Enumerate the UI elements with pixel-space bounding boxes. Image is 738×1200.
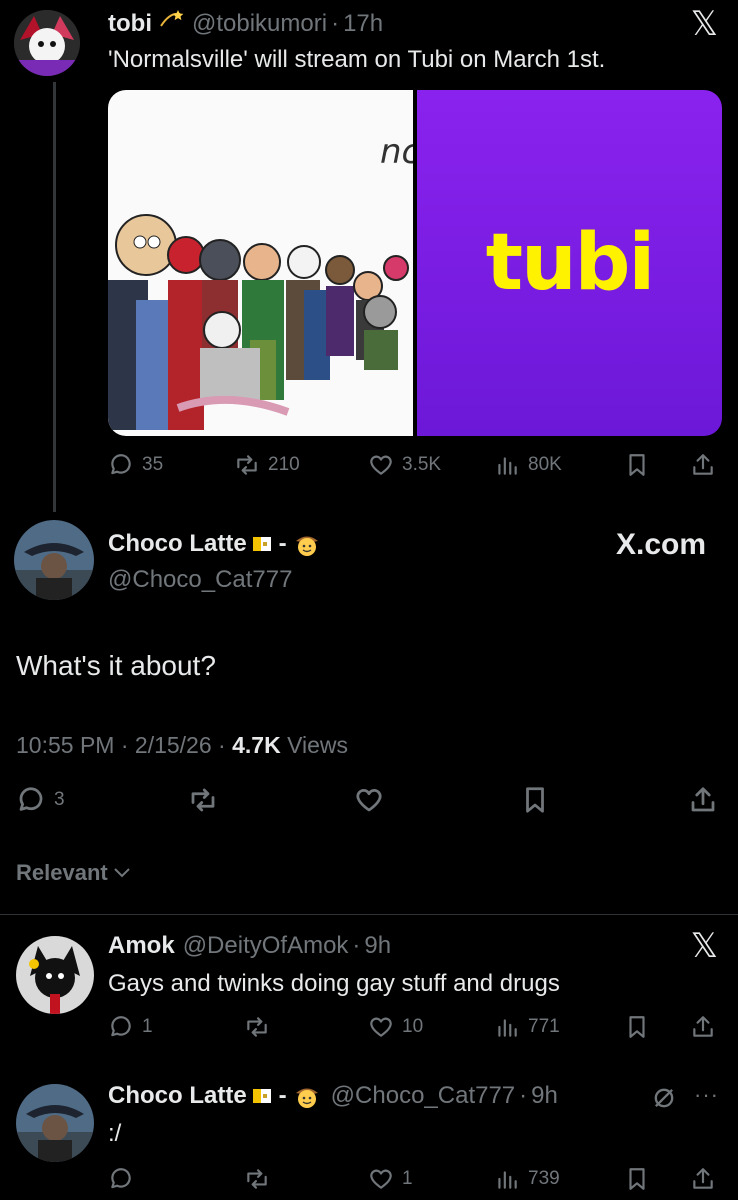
divider <box>0 914 738 915</box>
reply-header: Amok @DeityOfAmok · 9h <box>108 932 392 960</box>
share-button[interactable] <box>688 785 718 815</box>
like-count: 3.5K <box>402 454 442 475</box>
share-icon <box>693 454 713 475</box>
views-count: 771 <box>528 1016 560 1037</box>
post-date[interactable]: 2/15/26 <box>135 732 212 758</box>
repost-count: 210 <box>268 454 300 475</box>
repost-button[interactable] <box>244 1166 270 1192</box>
views-label: Views <box>287 732 349 758</box>
share-button[interactable] <box>690 452 716 478</box>
author-handle[interactable]: @Choco_Cat777 <box>331 1082 515 1110</box>
like-button[interactable]: 3.5K <box>368 452 441 478</box>
blocked-icon[interactable] <box>650 1084 678 1117</box>
author-handle[interactable]: @tobikumori <box>192 10 327 38</box>
bookmark-icon <box>526 787 544 813</box>
bookmark-icon <box>629 454 645 476</box>
author-name[interactable]: tobi <box>108 10 152 38</box>
flag-icon <box>252 536 273 552</box>
post-header: tobi @tobikumori · 17h <box>108 8 383 39</box>
reply-button[interactable] <box>108 1166 134 1192</box>
main-header: Choco Latte - <box>108 530 321 558</box>
views-count: 80K <box>528 454 562 475</box>
post-text: 'Normalsville' will stream on Tubi on Ma… <box>108 46 606 73</box>
reply-text: Gays and twinks doing gay stuff and drug… <box>108 970 560 997</box>
author-handle[interactable]: @DeityOfAmok <box>183 932 349 960</box>
like-button[interactable]: 10 <box>368 1014 423 1040</box>
flag-icon <box>252 1088 273 1104</box>
avatar-amok[interactable] <box>16 936 94 1014</box>
sort-dropdown[interactable]: Relevant <box>16 860 132 886</box>
bookmark-button[interactable] <box>624 1166 650 1192</box>
reply-button[interactable]: 3 <box>16 785 65 815</box>
reply-count: 1 <box>142 1016 153 1037</box>
post-time[interactable]: 9h <box>364 932 391 960</box>
bookmark-icon <box>629 1168 645 1190</box>
like-count: 10 <box>402 1016 424 1037</box>
bookmark-button[interactable] <box>624 1014 650 1040</box>
main-text: What's it about? <box>16 650 216 681</box>
share-icon <box>693 1168 713 1189</box>
bookmark-button[interactable] <box>624 452 650 478</box>
author-name[interactable]: Choco Latte <box>108 530 247 558</box>
cowboy-emoji-icon <box>293 530 321 558</box>
like-button[interactable] <box>354 785 384 815</box>
media-tubi-image[interactable]: tubi <box>417 90 722 436</box>
verified-star-icon <box>158 8 184 39</box>
more-options-icon[interactable]: ··· <box>694 1082 719 1108</box>
post-time[interactable]: 10:55 PM <box>16 732 114 758</box>
x-logo-icon: 𝕏 <box>690 4 718 44</box>
share-button[interactable] <box>690 1166 716 1192</box>
x-com-watermark: X.com <box>615 528 706 561</box>
cowboy-emoji-icon <box>293 1082 321 1110</box>
reply-count: 3 <box>54 789 65 810</box>
views-count: 739 <box>528 1168 560 1189</box>
author-name[interactable]: Choco Latte <box>108 1082 247 1110</box>
post-time[interactable]: 9h <box>531 1082 558 1110</box>
reply-button[interactable]: 35 <box>108 452 163 478</box>
post-media[interactable]: nc <box>108 90 722 436</box>
views-button[interactable]: 80K <box>494 452 562 478</box>
share-icon <box>693 1016 713 1037</box>
avatar-tobi[interactable] <box>14 10 80 76</box>
tubi-logo: tubi <box>485 218 655 308</box>
like-count: 1 <box>402 1168 413 1189</box>
post-time[interactable]: 17h <box>343 10 383 38</box>
share-icon <box>691 787 715 812</box>
share-button[interactable] <box>690 1014 716 1040</box>
thread-line <box>53 82 56 512</box>
views-button[interactable]: 771 <box>494 1014 560 1040</box>
repost-button[interactable] <box>188 785 218 815</box>
bookmark-button[interactable] <box>520 785 550 815</box>
timestamp-row: 10:55 PM · 2/15/26 · 4.7K Views <box>16 732 349 758</box>
repost-button[interactable]: 210 <box>234 452 300 478</box>
reply-header: Choco Latte - @Choco_Cat777 · 9h <box>108 1082 558 1110</box>
reply-button[interactable]: 1 <box>108 1014 153 1040</box>
bookmark-icon <box>629 1016 645 1038</box>
reply-count: 35 <box>142 454 164 475</box>
repost-button[interactable] <box>244 1014 270 1040</box>
media-cartoon-image[interactable]: nc <box>108 90 413 436</box>
avatar-choco-latte[interactable] <box>16 1084 94 1162</box>
reply-text: :/ <box>108 1120 122 1147</box>
views-button[interactable]: 739 <box>494 1166 560 1192</box>
sort-label: Relevant <box>16 860 108 885</box>
author-handle[interactable]: @Choco_Cat777 <box>108 566 292 594</box>
like-button[interactable]: 1 <box>368 1166 413 1192</box>
x-logo-icon: 𝕏 <box>690 926 718 966</box>
chevron-down-icon <box>112 860 132 886</box>
avatar-choco-latte[interactable] <box>14 520 94 600</box>
author-name[interactable]: Amok <box>108 932 175 960</box>
views-count: 4.7K <box>232 732 281 758</box>
